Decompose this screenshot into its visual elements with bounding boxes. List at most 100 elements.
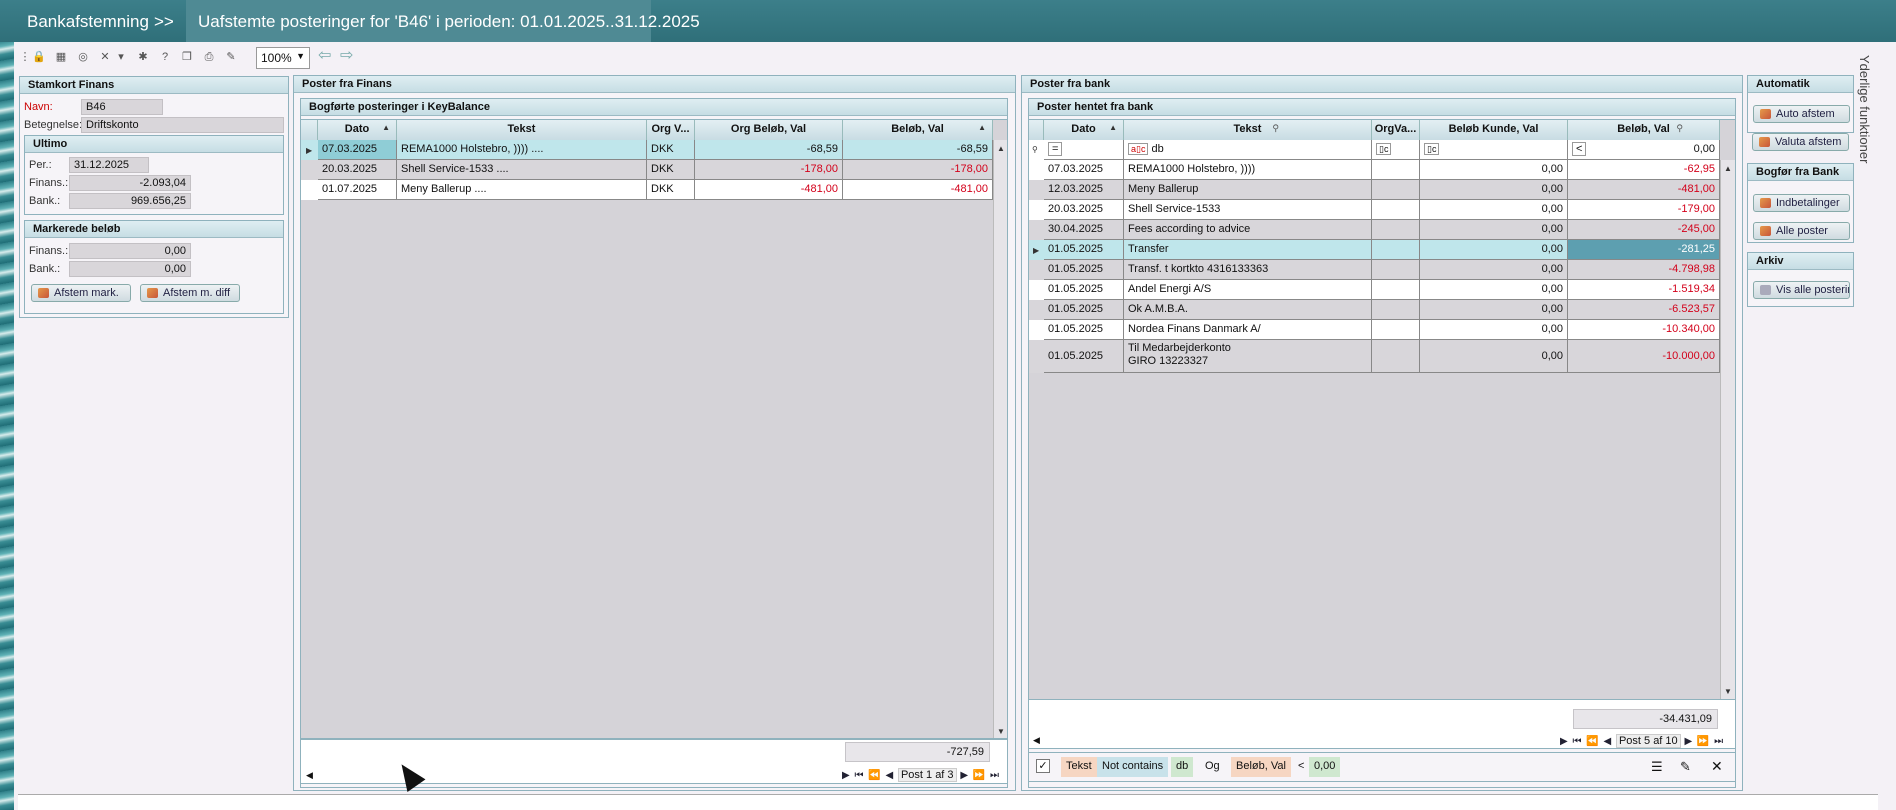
filter-op-icon[interactable]: ▯c	[1376, 143, 1392, 155]
refresh-icon[interactable]: ◎	[76, 50, 90, 64]
cell-belob[interactable]: -68,59	[843, 140, 993, 160]
cell-org-v[interactable]: DKK	[647, 180, 695, 200]
cell-tekst[interactable]: Meny Ballerup	[1124, 180, 1372, 200]
table-row[interactable]: ▶ 07.03.2025 REMA1000 Holstebro, )))) ..…	[301, 140, 993, 160]
forward-arrow-icon[interactable]: ⇨	[340, 47, 358, 65]
vis-alle-button[interactable]: Vis alle posteringer	[1753, 281, 1850, 299]
betegnelse-field[interactable]: Driftskonto	[81, 117, 284, 133]
navn-field[interactable]: B46	[81, 99, 163, 115]
cell-dato[interactable]: 01.05.2025	[1044, 320, 1124, 340]
cell-kunde[interactable]: 0,00	[1420, 260, 1568, 280]
cell-dato[interactable]: 07.03.2025	[1044, 160, 1124, 180]
chip-field1[interactable]: Tekst	[1061, 757, 1097, 777]
scroll-up-icon[interactable]: ▲	[1724, 164, 1732, 173]
cell-orgva[interactable]	[1372, 340, 1420, 373]
cell-tekst[interactable]: REMA1000 Holstebro, )))) ....	[397, 140, 647, 160]
cell-tekst[interactable]: REMA1000 Holstebro, ))))	[1124, 160, 1372, 180]
cell-tekst[interactable]: Til Medarbejderkonto GIRO 13223327	[1124, 340, 1372, 373]
col-orgva[interactable]: OrgVa...	[1372, 120, 1420, 140]
chip-field2[interactable]: Beløb, Val	[1231, 757, 1291, 777]
cell-orgva[interactable]	[1372, 300, 1420, 320]
afstem-diff-button[interactable]: Afstem m. diff	[140, 284, 240, 302]
cell-orgva[interactable]	[1372, 200, 1420, 220]
table-row[interactable]: 30.04.2025 Fees according to advice 0,00…	[1029, 220, 1720, 240]
back-arrow-icon[interactable]: ⇦	[318, 47, 336, 65]
cell-dato[interactable]: 01.07.2025	[318, 180, 397, 200]
cell-belob[interactable]: -6.523,57	[1568, 300, 1720, 320]
per-field[interactable]: 31.12.2025	[69, 157, 149, 173]
bank-vertical-scrollbar[interactable]: ▲ ▼	[1720, 160, 1735, 700]
cell-belob[interactable]: -481,00	[843, 180, 993, 200]
filter-dato[interactable]: =	[1044, 140, 1124, 160]
pager-prev-icons[interactable]: ▶ ⏮ ⏪ ◀	[1560, 736, 1616, 747]
cell-belob[interactable]: -62,95	[1568, 160, 1720, 180]
chip-op1[interactable]: Not contains	[1097, 757, 1169, 777]
filter-kunde[interactable]: ▯c	[1420, 140, 1568, 160]
table-row[interactable]: 12.03.2025 Meny Ballerup 0,00 -481,00	[1029, 180, 1720, 200]
cell-org-belob[interactable]: -68,59	[695, 140, 843, 160]
cell-kunde[interactable]: 0,00	[1420, 220, 1568, 240]
table-row[interactable]: 01.05.2025 Andel Energi A/S 0,00 -1.519,…	[1029, 280, 1720, 300]
scroll-down-icon[interactable]: ▼	[1724, 687, 1732, 696]
finans-pager[interactable]: ▶ ⏮ ⏪ ◀ Post 1 af 3 ▶ ⏩ ⏭	[842, 768, 1000, 785]
bug-icon[interactable]: ✱	[136, 50, 150, 64]
col-tekst[interactable]: Tekst	[397, 120, 647, 140]
close-icon[interactable]: ✕	[1711, 758, 1723, 775]
chip-op2[interactable]: <	[1293, 757, 1309, 777]
col-dato[interactable]: Dato ▲	[1044, 120, 1124, 140]
scroll-left-icon[interactable]: ◀	[1033, 735, 1040, 746]
table-row[interactable]: 01.05.2025 Til Medarbejderkonto GIRO 1322…	[1029, 340, 1720, 373]
cell-belob[interactable]: -245,00	[1568, 220, 1720, 240]
col-dato[interactable]: Dato ▲	[318, 120, 397, 140]
calculator-icon[interactable]: ▦	[54, 50, 68, 64]
cell-org-v[interactable]: DKK	[647, 160, 695, 180]
cell-orgva[interactable]	[1372, 240, 1420, 260]
bank-pager[interactable]: ▶ ⏮ ⏪ ◀ Post 5 af 10 ▶ ⏩ ⏭	[1560, 734, 1724, 751]
cell-org-v[interactable]: DKK	[647, 140, 695, 160]
breadcrumb-bankafstemning[interactable]: Bankafstemning	[27, 12, 149, 32]
cell-dato[interactable]: 20.03.2025	[1044, 200, 1124, 220]
cell-kunde[interactable]: 0,00	[1420, 340, 1568, 373]
col-belob[interactable]: Beløb, Val ⚲	[1568, 120, 1720, 140]
active-tab[interactable]: Uafstemte posteringer for 'B46' i period…	[186, 0, 700, 42]
cell-belob[interactable]: -10.000,00	[1568, 340, 1720, 373]
lock-icon[interactable]: 🔒	[32, 50, 46, 64]
scroll-left-icon[interactable]: ◀	[306, 770, 313, 781]
scroll-down-icon[interactable]: ▼	[997, 727, 1005, 736]
cell-kunde[interactable]: 0,00	[1420, 300, 1568, 320]
zoom-select[interactable]: 100% ▼	[256, 47, 310, 69]
edit-icon[interactable]: ✎	[224, 50, 238, 64]
chip-val1[interactable]: db	[1171, 757, 1194, 777]
afstem-mark-button[interactable]: Afstem mark.	[31, 284, 131, 302]
col-tekst[interactable]: Tekst ⚲	[1124, 120, 1372, 140]
cell-org-belob[interactable]: -481,00	[695, 180, 843, 200]
cell-dato[interactable]: 01.05.2025	[1044, 260, 1124, 280]
filter-op-icon[interactable]: ▯c	[1424, 143, 1440, 155]
filter-enabled-checkbox[interactable]: ✓	[1036, 759, 1050, 773]
cell-belob[interactable]: -179,00	[1568, 200, 1720, 220]
filter-belob[interactable]: <0,00	[1568, 140, 1720, 160]
cell-belob[interactable]: -1.519,34	[1568, 280, 1720, 300]
dropdown-icon[interactable]: ▾	[114, 50, 128, 64]
pager-prev-icons[interactable]: ▶ ⏮ ⏪ ◀	[842, 770, 898, 781]
cell-dato[interactable]: 07.03.2025	[318, 140, 397, 160]
cell-belob[interactable]: -4.798,98	[1568, 260, 1720, 280]
cell-tekst[interactable]: Transfer	[1124, 240, 1372, 260]
filter-list-icon[interactable]: ☰	[1651, 759, 1663, 775]
filter-belob-op[interactable]: <	[1572, 142, 1587, 156]
finans-vertical-scrollbar[interactable]: ▲ ▼	[993, 140, 1007, 738]
pager-next-icons[interactable]: ▶ ⏩ ⏭	[957, 770, 1000, 781]
filter-tekst[interactable]: a▯c db	[1124, 140, 1372, 160]
cell-dato[interactable]: 20.03.2025	[318, 160, 397, 180]
cell-orgva[interactable]	[1372, 260, 1420, 280]
cell-orgva[interactable]	[1372, 280, 1420, 300]
cell-tekst[interactable]: Nordea Finans Danmark A/	[1124, 320, 1372, 340]
cell-kunde[interactable]: 0,00	[1420, 180, 1568, 200]
cell-tekst[interactable]: Shell Service-1533	[1124, 200, 1372, 220]
cell-belob[interactable]: -281,25	[1568, 240, 1720, 260]
valuta-afstem-button[interactable]: Valuta afstem	[1752, 133, 1849, 151]
cell-tekst[interactable]: Shell Service-1533 ....	[397, 160, 647, 180]
cell-tekst[interactable]: Ok A.M.B.A.	[1124, 300, 1372, 320]
cell-tekst[interactable]: Andel Energi A/S	[1124, 280, 1372, 300]
cell-belob[interactable]: -10.340,00	[1568, 320, 1720, 340]
